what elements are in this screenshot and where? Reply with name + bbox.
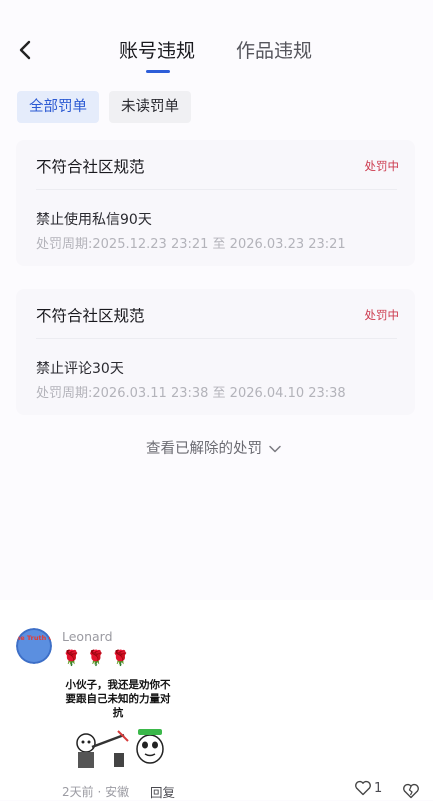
penalty-period: 处罚周期:2025.12.23 23:21 至 2026.03.23 23:21	[36, 237, 346, 252]
avatar-text: The Truth Of	[16, 634, 52, 642]
tab-work-violations[interactable]: 作品违规	[236, 38, 312, 64]
filter-unread-penalties[interactable]: 未读罚单	[109, 91, 191, 123]
broken-heart-icon	[403, 783, 419, 798]
penalty-card[interactable]: 不符合社区规范 处罚中 禁止使用私信90天 处罚周期:2025.12.23 23…	[16, 140, 415, 266]
avatar[interactable]: The Truth Of	[16, 628, 52, 664]
penalty-card[interactable]: 不符合社区规范 处罚中 禁止评论30天 处罚周期:2026.03.11 23:3…	[16, 289, 415, 415]
rose-emoji: 🌹🌹🌹	[62, 649, 137, 667]
top-nav: 账号违规 作品违规	[0, 0, 433, 86]
meme-panda-illustration	[76, 729, 164, 768]
like-button[interactable]: 1	[354, 780, 382, 796]
comment-username[interactable]: Leonard	[62, 629, 113, 644]
active-tab-indicator	[146, 70, 170, 73]
penalty-title: 不符合社区规范	[36, 158, 145, 176]
avatar-image: The Truth Of	[16, 628, 52, 664]
chevron-down-icon	[269, 445, 281, 453]
back-icon[interactable]	[12, 36, 40, 64]
dislike-button[interactable]	[402, 780, 420, 799]
like-count: 1	[374, 780, 383, 796]
tab-account-violations[interactable]: 账号违规	[119, 38, 195, 64]
view-resolved-label: 查看已解除的处罚	[146, 441, 262, 457]
penalty-title: 不符合社区规范	[36, 307, 145, 325]
penalty-description: 禁止评论30天	[36, 361, 124, 377]
comment-time-location: 2天前 · 安徽	[62, 785, 130, 799]
divider	[36, 338, 397, 339]
heart-outline-icon	[355, 780, 371, 796]
reply-button[interactable]: 回复	[150, 782, 175, 801]
penalty-description: 禁止使用私信90天	[36, 212, 152, 228]
penalty-status-badge: 处罚中	[364, 308, 400, 322]
filter-all-penalties[interactable]: 全部罚单	[17, 91, 99, 123]
penalty-period: 处罚周期:2026.03.11 23:38 至 2026.04.10 23:38	[36, 386, 346, 401]
meme-sticker[interactable]: 小伙子，我还是劝你不要跟自己未知的力量对抗	[62, 673, 174, 777]
divider	[36, 189, 397, 190]
meme-caption: 小伙子，我还是劝你不要跟自己未知的力量对抗	[65, 679, 171, 719]
view-resolved-penalties-link[interactable]: 查看已解除的处罚	[146, 437, 282, 458]
penalty-status-badge: 处罚中	[364, 159, 400, 173]
